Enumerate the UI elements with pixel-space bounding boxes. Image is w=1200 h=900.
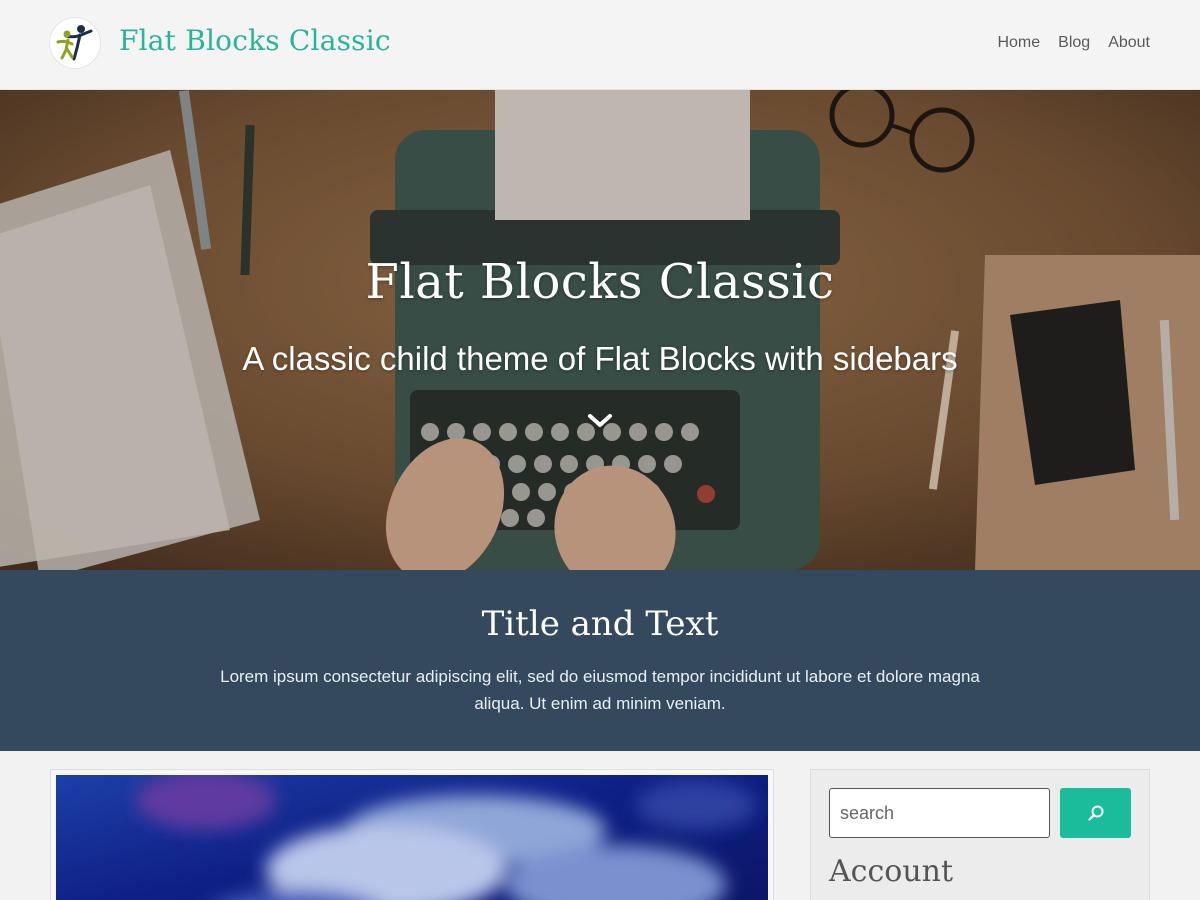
widget-title-account: Account (829, 854, 954, 889)
site-logo[interactable] (50, 18, 100, 68)
hero-banner: Flat Blocks Classic A classic child them… (0, 90, 1200, 570)
title-text-band: Title and Text Lorem ipsum consectetur a… (0, 570, 1200, 751)
band-title: Title and Text (481, 604, 719, 644)
dancing-figures-logo-icon (56, 25, 93, 61)
nav-about-link[interactable]: About (1108, 34, 1150, 52)
chevron-down-icon[interactable] (587, 410, 613, 430)
main-nav: Home Blog About (997, 34, 1150, 52)
nav-blog-link[interactable]: Blog (1058, 34, 1090, 52)
band-text: Lorem ipsum consectetur adipiscing elit,… (220, 667, 980, 713)
search-input[interactable] (829, 788, 1050, 838)
hero-subtitle: A classic child theme of Flat Blocks wit… (242, 340, 958, 377)
site-title[interactable]: Flat Blocks Classic (119, 24, 391, 57)
sidebar: Account (810, 769, 1150, 900)
post-featured-image[interactable] (56, 775, 768, 900)
hero-overlay (0, 90, 1200, 570)
post-card (50, 769, 774, 900)
site-header: Flat Blocks Classic Home Blog About (0, 0, 1200, 90)
post-image-graphic (56, 775, 768, 900)
search-icon (1088, 805, 1104, 821)
hero-title: Flat Blocks Classic (365, 254, 835, 310)
search-button[interactable] (1060, 788, 1131, 838)
nav-home-link[interactable]: Home (997, 34, 1040, 52)
